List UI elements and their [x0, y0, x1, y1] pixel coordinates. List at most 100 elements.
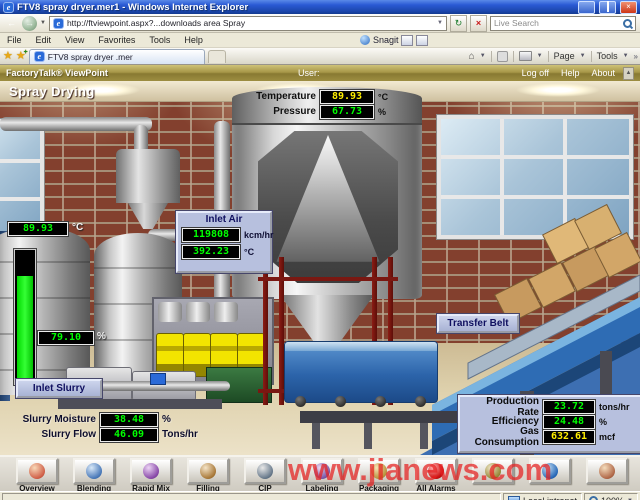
address-input[interactable]: e http://ftviewpoint.aspx?...downloads a… [49, 16, 447, 31]
menu-favorites[interactable]: Favorites [91, 35, 142, 45]
minimize-button[interactable] [578, 1, 595, 14]
title-bar: e FTV8 spray dryer.mer1 - Windows Intern… [0, 0, 640, 14]
tab-bar: ★ ★ e FTV8 spray dryer .mer ⌂ ▼ ▼ Page ▼ T… [0, 48, 640, 65]
stand-leg [420, 423, 428, 449]
tab-favicon: e [34, 51, 45, 62]
pressure-readout: 67.73 [320, 105, 374, 119]
slurry-flow-unit: Tons/hr [162, 429, 198, 440]
home-dropdown-icon[interactable]: ▼ [480, 53, 486, 59]
gas-consumption-label: Gas Consumption [463, 426, 539, 448]
rapid-mix-icon [143, 463, 159, 479]
snagit-window-icon[interactable] [401, 35, 413, 46]
page-dropdown-icon[interactable]: ▼ [580, 53, 586, 59]
scroll-up-icon[interactable]: ▲ [623, 67, 634, 80]
inlet-air-panel: Inlet Air 119808 kcm/hr 392.23 °C [176, 211, 272, 273]
nav-button-icon-box[interactable] [586, 458, 628, 484]
back-button[interactable]: ← [4, 16, 19, 31]
new-tab-stub[interactable] [208, 50, 226, 63]
pump-base [58, 399, 222, 409]
page-title: Spray Drying [9, 84, 95, 99]
filling-icon [200, 463, 216, 479]
blending-icon [86, 463, 102, 479]
temperature-readout: 89.93 [320, 90, 374, 104]
production-rate-readout: 23.72 [543, 400, 595, 414]
snagit-capture-icon[interactable] [416, 35, 428, 46]
zoom-control[interactable]: 100% ▼ [584, 493, 638, 500]
tank-temp-readout: 89.93 [8, 222, 68, 236]
valve [150, 373, 166, 385]
address-toolbar: ← → ▼ e http://ftviewpoint.aspx?...downl… [0, 14, 640, 33]
nav-button-icon-box[interactable] [130, 458, 172, 484]
inlet-air-temp-unit: °C [244, 247, 254, 257]
nav-button-label: Rapid Mix [132, 485, 170, 491]
overflow-chevron-icon[interactable]: » [634, 52, 637, 61]
nav-button-label: Filling [196, 485, 220, 491]
metal-keg [158, 302, 182, 322]
wheel [415, 396, 426, 407]
print-dropdown-icon[interactable]: ▼ [537, 53, 543, 59]
spray-drying-scene: Temperature 89.93 °C Pressure 67.73 % In… [0, 81, 640, 455]
close-button[interactable]: × [620, 1, 637, 14]
nav-button-icon-box[interactable] [187, 458, 229, 484]
watermark: www.jianews.com [288, 452, 552, 488]
metal-keg [214, 302, 238, 322]
inlet-slurry-button[interactable]: Inlet Slurry [16, 379, 102, 398]
slurry-moisture-label: Slurry Moisture [0, 414, 96, 425]
inlet-air-flow-readout: 119808 [182, 228, 240, 242]
nav-button-rapid-mix[interactable]: Rapid Mix [128, 458, 174, 491]
menu-edit[interactable]: Edit [29, 35, 59, 45]
nav-button-label: Blending [77, 485, 111, 491]
menu-help[interactable]: Help [177, 35, 210, 45]
temperature-label: Temperature [252, 91, 316, 102]
factorytalk-app-bar: FactoryTalk® ViewPoint User: Log off Hel… [0, 65, 640, 81]
menu-tools[interactable]: Tools [142, 35, 177, 45]
nav-button-icon-box[interactable] [244, 458, 286, 484]
stop-button[interactable]: × [470, 15, 487, 32]
menu-view[interactable]: View [58, 35, 91, 45]
wheel [295, 396, 306, 407]
page-menu[interactable]: Page [554, 51, 575, 61]
discharge-conveyor [284, 341, 438, 403]
nav-button-label: CIP [258, 485, 271, 491]
temperature-unit: °C [378, 92, 388, 102]
nav-button-filling[interactable]: Filling [185, 458, 231, 491]
gas-consumption-readout: 632.61 [543, 430, 595, 444]
tools-menu[interactable]: Tools [597, 51, 618, 61]
wheel [335, 396, 346, 407]
snagit-toolbar[interactable]: Snagit [360, 35, 429, 46]
address-dropdown-icon[interactable]: ▼ [437, 20, 443, 26]
nav-button-overview[interactable]: Overview [14, 458, 60, 491]
history-dropdown-icon[interactable]: ▼ [40, 20, 46, 26]
slurry-flow-label: Slurry Flow [0, 429, 96, 440]
production-rate-label: Production Rate [463, 396, 539, 418]
transfer-belt-button[interactable]: Transfer Belt [437, 314, 519, 333]
tab-spray-dryer[interactable]: e FTV8 spray dryer .mer [29, 49, 205, 64]
maximize-button[interactable] [599, 1, 616, 14]
search-input[interactable]: Live Search [490, 16, 636, 31]
home-icon[interactable]: ⌂ [469, 51, 475, 62]
forward-button[interactable]: → [22, 16, 37, 31]
nav-button-home[interactable] [584, 458, 630, 485]
feeds-icon[interactable] [497, 51, 508, 62]
tools-dropdown-icon[interactable]: ▼ [623, 53, 629, 59]
add-favorite-icon[interactable]: ★ [16, 51, 26, 62]
ie-logo-icon: e [3, 2, 14, 13]
nav-button-cip[interactable]: CIP [242, 458, 288, 491]
menu-file[interactable]: File [0, 35, 29, 45]
about-link[interactable]: About [591, 68, 615, 78]
log-off-link[interactable]: Log off [522, 68, 549, 78]
print-icon[interactable] [519, 51, 532, 61]
search-placeholder: Live Search [494, 18, 539, 28]
help-link[interactable]: Help [561, 68, 580, 78]
refresh-button[interactable]: ↻ [450, 15, 467, 32]
zone-label: Local intranet [523, 496, 577, 500]
nav-button-icon-box[interactable] [16, 458, 58, 484]
tank-temp-unit: °C [72, 222, 83, 233]
pressure-label: Pressure [252, 106, 316, 117]
pressure-unit: % [378, 107, 386, 117]
favorites-star-icon[interactable]: ★ [3, 51, 13, 62]
nav-button-icon-box[interactable] [73, 458, 115, 484]
nav-button-blending[interactable]: Blending [71, 458, 117, 491]
search-icon[interactable] [623, 19, 632, 28]
user-label: User: [298, 68, 320, 78]
